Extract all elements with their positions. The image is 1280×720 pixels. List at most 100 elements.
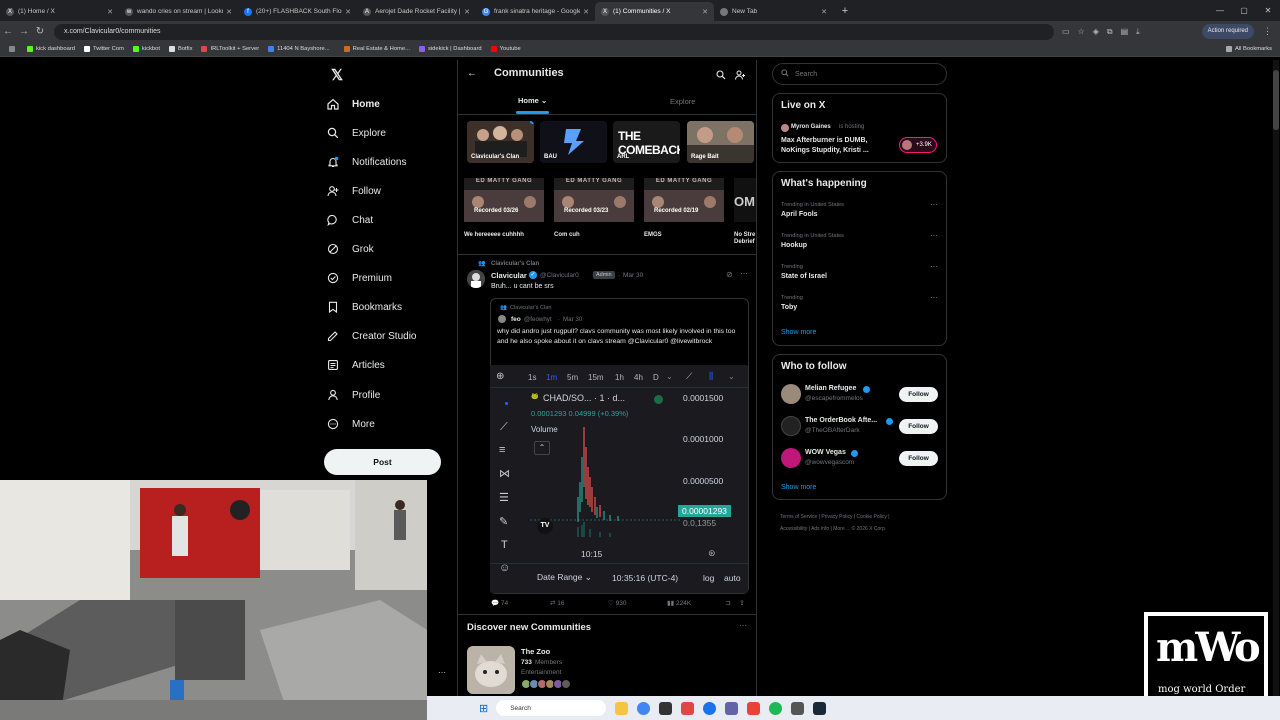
repost-button[interactable]: ⇄ 16 bbox=[550, 599, 565, 607]
community-tile[interactable]: THE COMEBACK ARL bbox=[613, 121, 680, 163]
bookmark-item[interactable]: sidekick | Dashboard bbox=[418, 46, 482, 52]
windows-start-icon[interactable]: ⊞ bbox=[479, 702, 488, 715]
close-icon[interactable]: ✕ bbox=[583, 8, 589, 16]
menu-icon[interactable]: ⋮ bbox=[1263, 26, 1272, 37]
star-icon[interactable]: ☆ bbox=[1078, 27, 1085, 37]
show-more-link[interactable]: Show more bbox=[781, 484, 816, 491]
extension-icon[interactable]: ◈ bbox=[1093, 27, 1099, 37]
bookmark-item[interactable]: 11404 N Bayshore... bbox=[268, 46, 330, 52]
text-tool-icon[interactable]: T bbox=[501, 539, 508, 551]
bookmark-item[interactable]: Youtube bbox=[490, 46, 521, 52]
candles-icon[interactable]: ⫼ bbox=[709, 371, 713, 382]
download-icon[interactable]: ⤓ bbox=[1136, 27, 1140, 37]
views-button[interactable]: ▮▮ 224K bbox=[667, 599, 691, 607]
all-bookmarks[interactable]: All Bookmarks bbox=[1225, 46, 1272, 52]
brush-icon[interactable]: ✎ bbox=[499, 515, 508, 528]
post-author[interactable]: Clavicular bbox=[491, 271, 527, 280]
plus-circle-icon[interactable]: ⊕ bbox=[496, 371, 504, 382]
bookmark-item[interactable]: Botfix bbox=[168, 46, 192, 52]
like-button[interactable]: ♡ 930 bbox=[608, 599, 627, 607]
browser-tab[interactable]: Gfrank sinatra heritage - Google ✕ bbox=[476, 2, 595, 21]
apps-icon[interactable] bbox=[9, 46, 18, 52]
reload-icon[interactable]: ↻ bbox=[32, 26, 48, 37]
follow-name[interactable]: Melian Refugee bbox=[805, 385, 856, 392]
forward-icon[interactable]: → bbox=[16, 26, 32, 37]
browser-tab-active[interactable]: X (1) Communities / X ✕ bbox=[595, 2, 714, 21]
reply-button[interactable]: 💬 74 bbox=[491, 599, 508, 607]
spotify-icon[interactable] bbox=[769, 701, 783, 715]
bookmark-icon[interactable]: ⊐ bbox=[725, 599, 731, 607]
app-icon[interactable] bbox=[725, 701, 739, 715]
recording-card[interactable]: ED MATTY GANG Recorded 03/23 bbox=[554, 178, 634, 222]
live-host[interactable]: Myron Gaines bbox=[791, 124, 831, 130]
trend-line-icon[interactable]: ⟋ bbox=[500, 421, 508, 434]
live-text[interactable]: Max Afterburner is DUMB, NoKings Stupdit… bbox=[781, 136, 891, 155]
interval-1m[interactable]: 1m bbox=[546, 373, 557, 382]
interval-4h[interactable]: 4h bbox=[634, 373, 643, 382]
puzzle-icon[interactable]: ⧉ bbox=[1107, 27, 1113, 37]
footer-link[interactable]: Ads info bbox=[811, 526, 829, 532]
more-horizontal-icon[interactable]: ⋯ bbox=[930, 262, 938, 271]
nav-item-creator-studio[interactable]: Creator Studio bbox=[326, 325, 456, 347]
x-logo-icon[interactable]: 𝕏 bbox=[331, 66, 343, 84]
sidebar-icon[interactable]: ▤ bbox=[1121, 27, 1129, 37]
live-listeners-badge[interactable]: +3.9K bbox=[899, 137, 937, 153]
chevron-down-icon[interactable]: ⌄ bbox=[728, 372, 735, 381]
interval-1h[interactable]: 1h bbox=[615, 373, 624, 382]
show-more-link[interactable]: Show more bbox=[781, 329, 816, 336]
log-toggle[interactable]: log bbox=[703, 573, 714, 583]
auto-toggle[interactable]: auto bbox=[724, 573, 741, 583]
recording-card[interactable]: ED MATTY GANG Recorded 03/26 bbox=[464, 178, 544, 222]
tab-home[interactable]: Home ⌄ bbox=[518, 96, 547, 105]
footer-link[interactable]: More ... bbox=[833, 526, 850, 532]
bookmark-item[interactable]: IRLToolkit + Server bbox=[201, 46, 259, 52]
maximize-icon[interactable]: ▢ bbox=[1232, 6, 1256, 15]
tab-explore[interactable]: Explore bbox=[670, 97, 695, 106]
fib-icon[interactable]: ☰ bbox=[499, 491, 509, 504]
avatar[interactable] bbox=[781, 384, 801, 404]
scrollbar[interactable] bbox=[1273, 60, 1279, 696]
nav-item-chat[interactable]: Chat bbox=[326, 209, 456, 231]
recording-card[interactable]: OM bbox=[734, 178, 756, 222]
nav-item-articles[interactable]: Articles bbox=[326, 354, 456, 376]
trend-topic[interactable]: April Fools bbox=[781, 211, 818, 218]
more-horizontal-icon[interactable]: ⋯ bbox=[438, 668, 446, 677]
trend-topic[interactable]: State of Israel bbox=[781, 273, 827, 280]
browser-tab[interactable]: w wando cries on stream | Lookup ✕ bbox=[119, 2, 238, 21]
nav-item-explore[interactable]: Explore bbox=[326, 122, 456, 144]
more-horizontal-icon[interactable]: ⋯ bbox=[739, 621, 747, 630]
follow-name[interactable]: WOW Vegas bbox=[805, 449, 846, 456]
interval-15m[interactable]: 15m bbox=[588, 373, 604, 382]
close-icon[interactable]: ✕ bbox=[821, 8, 827, 16]
community-tile[interactable]: BAU bbox=[540, 121, 607, 163]
app-icon[interactable] bbox=[791, 701, 805, 715]
community-tile[interactable]: Clavicular's Clan bbox=[467, 121, 534, 163]
avatar[interactable] bbox=[781, 416, 801, 436]
bookmark-item[interactable]: Real Estate & Home... bbox=[343, 46, 410, 52]
grok-post-icon[interactable]: ⊘ bbox=[726, 270, 733, 279]
settings-icon[interactable]: ⊛ bbox=[708, 548, 716, 559]
follow-button[interactable]: Follow bbox=[899, 419, 938, 434]
interval-5m[interactable]: 5m bbox=[567, 373, 578, 382]
chevron-down-icon[interactable]: ⌄ bbox=[666, 372, 673, 381]
cast-icon[interactable]: ▭ bbox=[1062, 27, 1070, 37]
bookmark-item[interactable]: Twitter Com bbox=[84, 46, 124, 52]
post-button[interactable]: Post bbox=[324, 449, 441, 475]
follow-button[interactable]: Follow bbox=[899, 451, 938, 466]
close-icon[interactable]: ✕ bbox=[702, 8, 708, 16]
more-horizontal-icon[interactable]: ⋯ bbox=[930, 293, 938, 302]
minimize-icon[interactable]: — bbox=[1208, 6, 1232, 15]
interval-1s[interactable]: 1s bbox=[528, 373, 536, 382]
search-icon[interactable] bbox=[716, 67, 726, 85]
chrome-icon[interactable] bbox=[637, 701, 651, 715]
back-arrow-icon[interactable]: ← bbox=[467, 68, 477, 79]
avatar[interactable] bbox=[467, 270, 485, 288]
close-window-icon[interactable]: ✕ bbox=[1256, 6, 1280, 15]
nav-item-notifications[interactable]: Notifications bbox=[326, 151, 456, 173]
more-horizontal-icon[interactable]: ⋯ bbox=[930, 200, 938, 209]
community-people-icon[interactable] bbox=[735, 67, 746, 85]
pattern-icon[interactable]: ⋈ bbox=[499, 467, 510, 480]
follow-button[interactable]: Follow bbox=[899, 387, 938, 402]
steam-icon[interactable] bbox=[813, 701, 827, 715]
nav-item-bookmarks[interactable]: Bookmarks bbox=[326, 296, 456, 318]
